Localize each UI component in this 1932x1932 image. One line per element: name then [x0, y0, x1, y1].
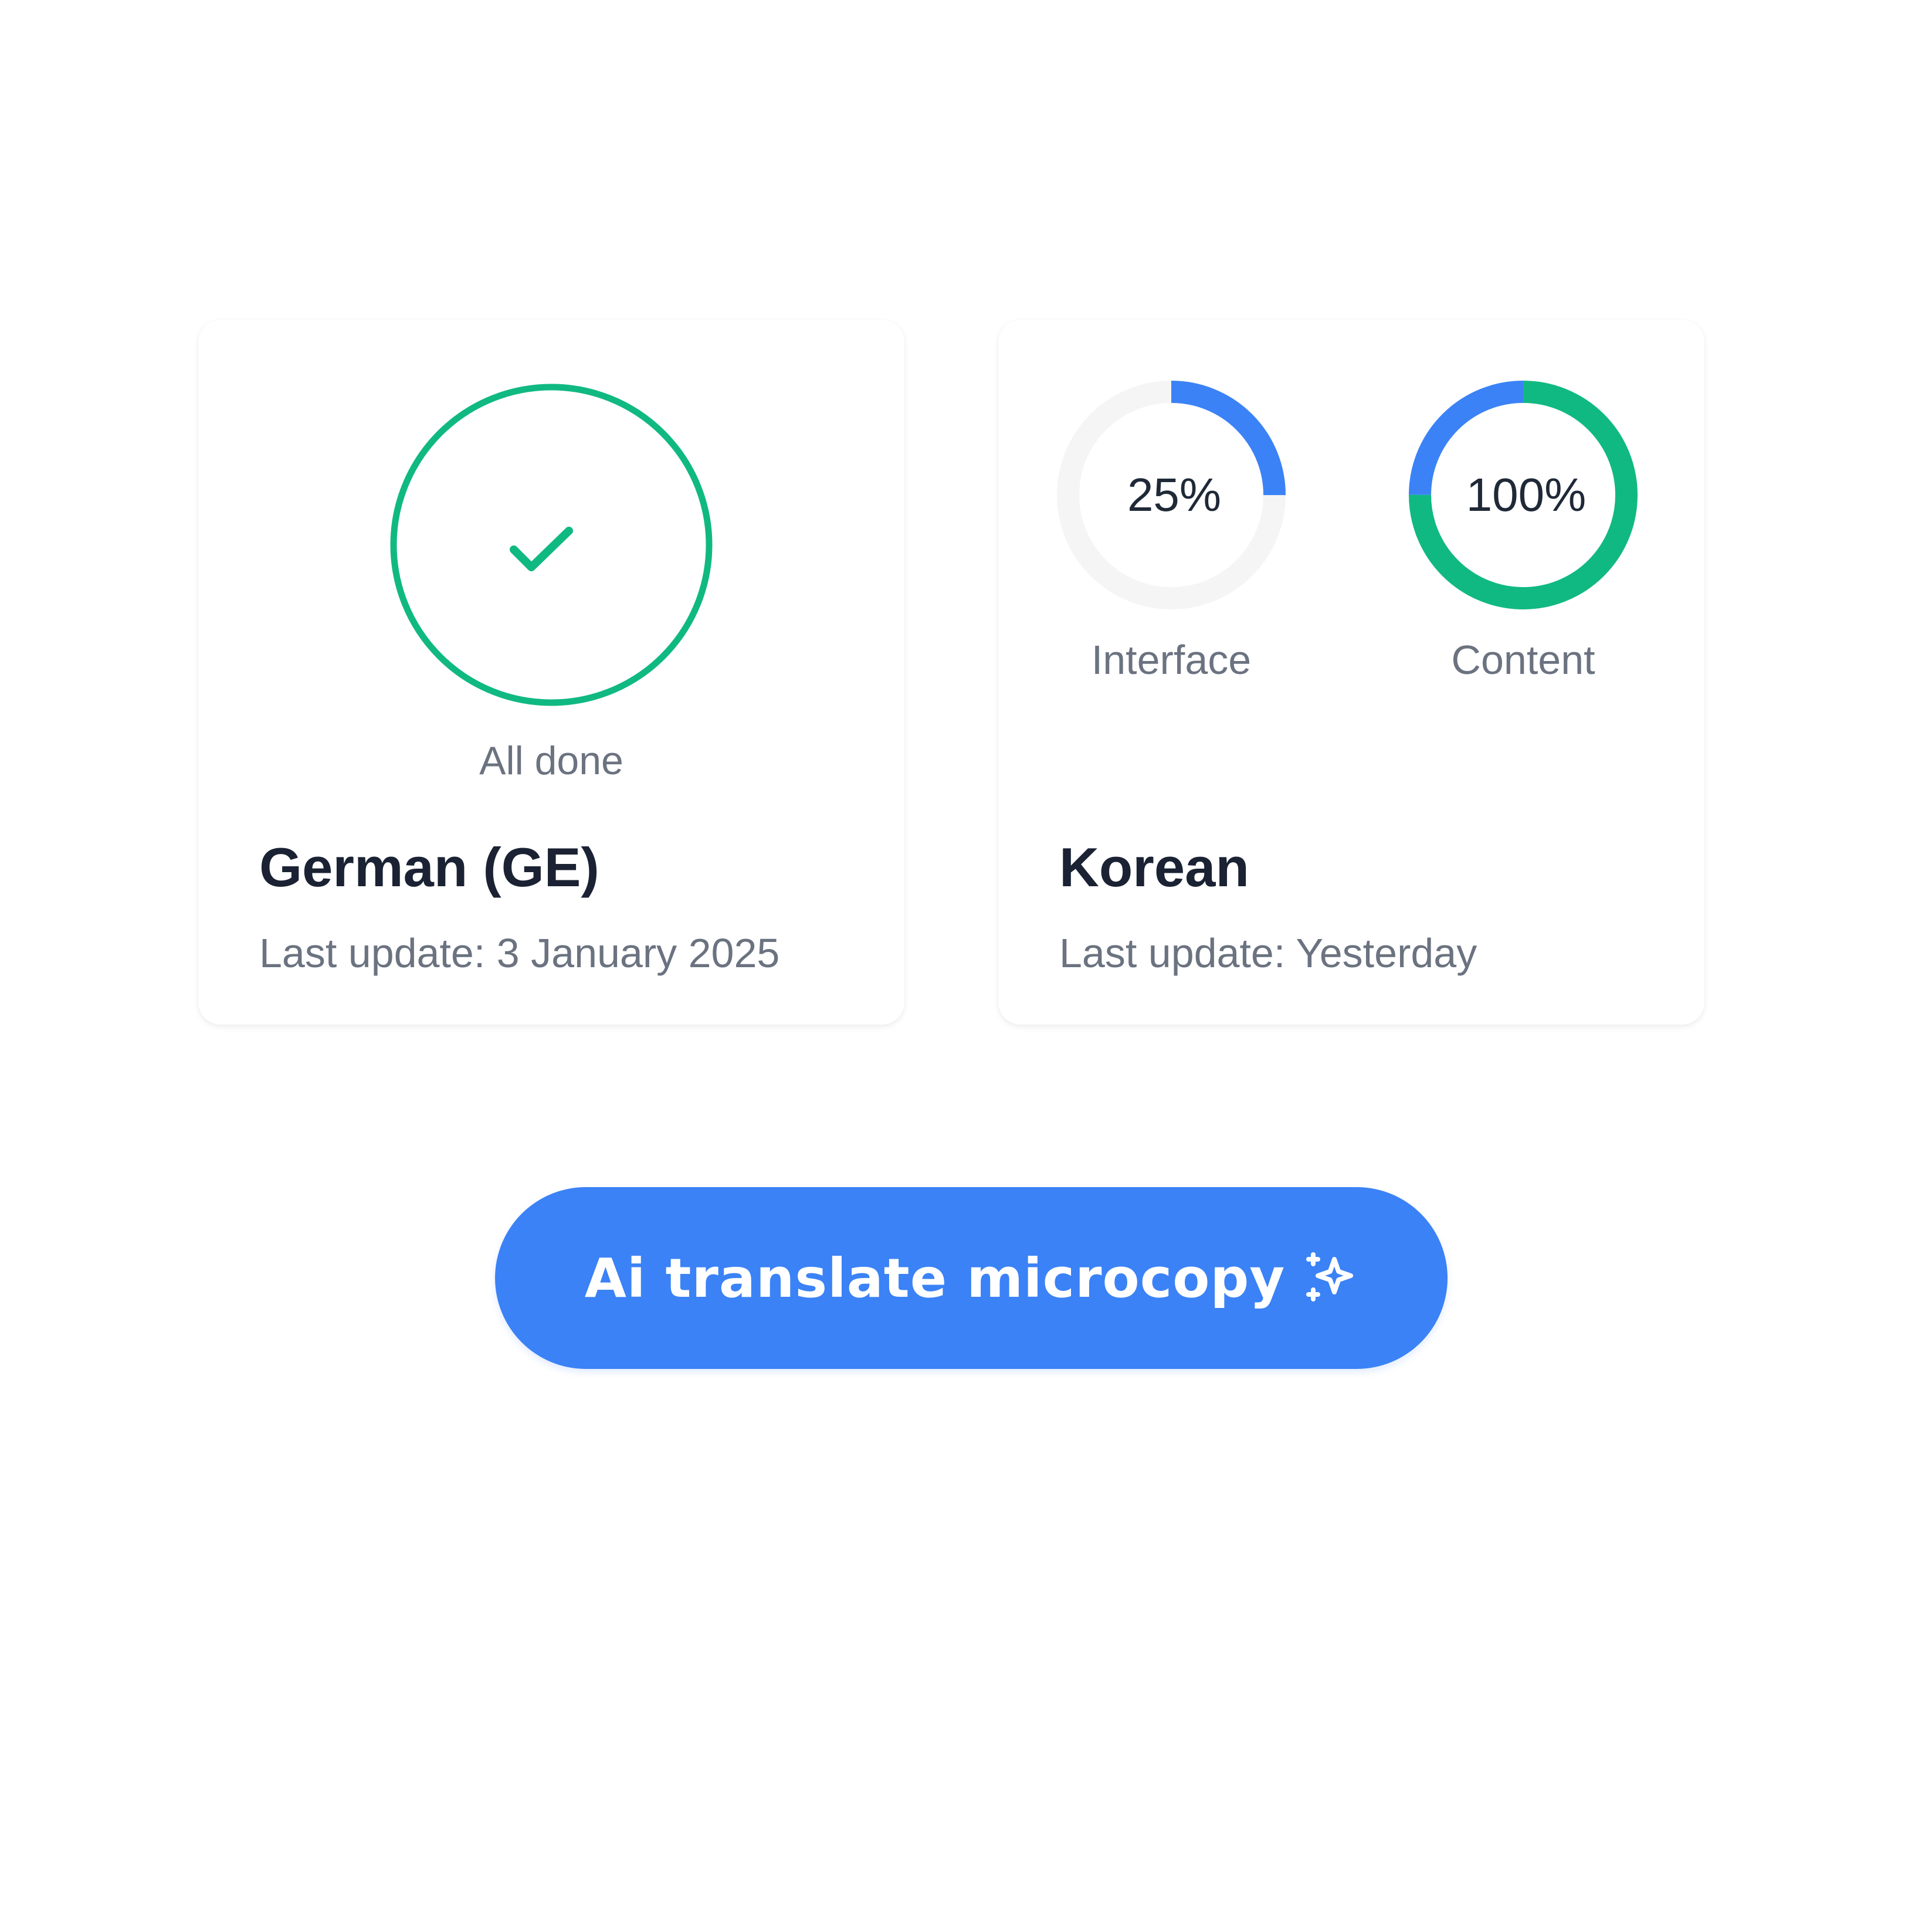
- interface-progress-label: Interface: [1091, 637, 1252, 683]
- content-progress-label: Content: [1451, 637, 1595, 683]
- language-card-korean[interactable]: 25% Interface 100% Content Korean Last u…: [998, 320, 1704, 1025]
- content-progress-donut: 100%: [1409, 381, 1638, 609]
- interface-progress-value: 25%: [1127, 469, 1222, 521]
- ai-translate-button-label: Ai translate microcopy: [584, 1246, 1286, 1310]
- language-card-german[interactable]: All done German (GE) Last update: 3 Janu…: [198, 320, 904, 1025]
- check-circle-icon: [390, 384, 713, 706]
- language-title: Korean: [1059, 836, 1249, 898]
- status-label: All done: [479, 738, 623, 783]
- last-update-text: Last update: 3 January 2025: [259, 930, 780, 976]
- interface-progress-donut: 25%: [1057, 381, 1286, 609]
- content-progress-value: 100%: [1466, 469, 1587, 521]
- sparkle-icon: [1306, 1252, 1354, 1301]
- last-update-text: Last update: Yesterday: [1059, 930, 1477, 976]
- language-title: German (GE): [259, 836, 599, 898]
- ai-translate-button[interactable]: Ai translate microcopy: [495, 1187, 1448, 1369]
